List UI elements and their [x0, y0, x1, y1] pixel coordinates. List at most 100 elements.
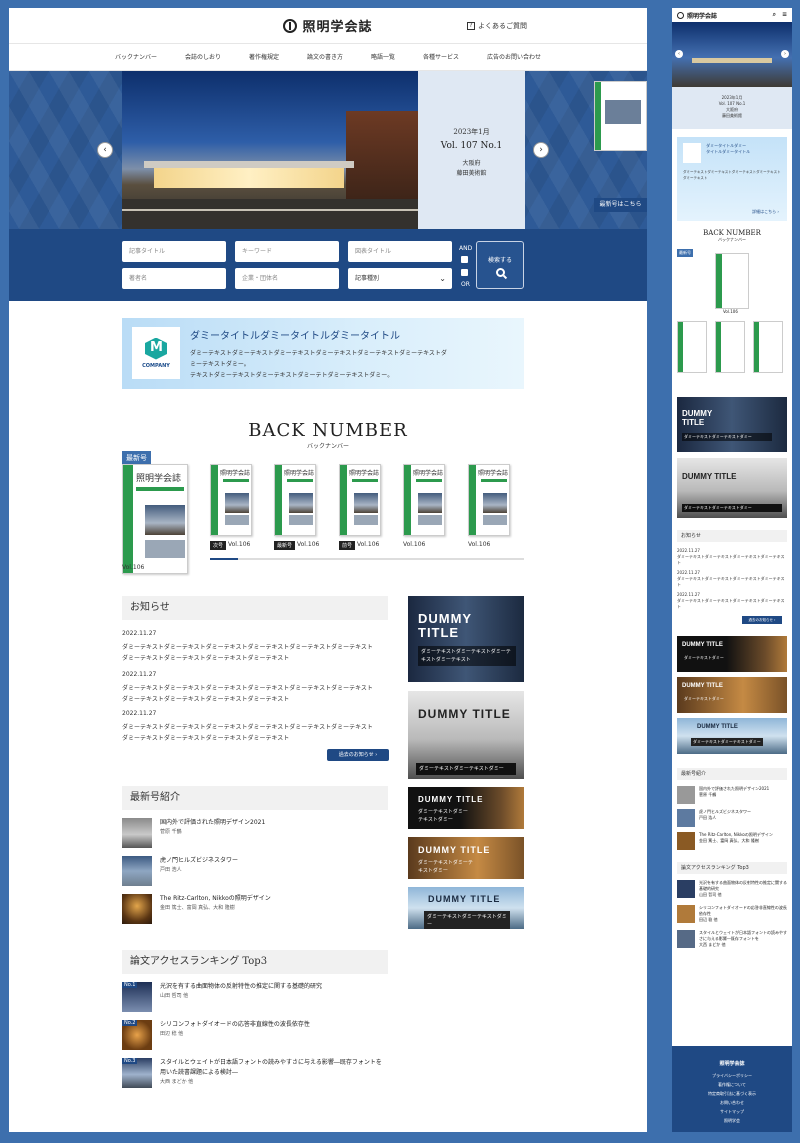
latest-issue-link[interactable]: 最新号はこちら [594, 198, 647, 212]
news-item-2[interactable]: 2022.11.27 ダミーテキストダミーテキストダミーテキストダミーテキストダ… [122, 669, 392, 705]
mobile-hero[interactable]: ‹ › [672, 22, 792, 87]
mobile-ranking-1[interactable]: 光沢を有する曲面物体の反射特性の推定に関する基礎的研究 山田 哲司 他 [677, 880, 787, 902]
nav-guide[interactable]: 会誌のしおり [171, 44, 235, 70]
side-banner-1-sub: ダミーテキストダミーテキストダミーテキストダミーテキスト [418, 646, 516, 666]
mobile-banner-text: ダミーテキストダミーテキストダミーテキストダミーテキストダミーテキスト [683, 170, 781, 180]
mobile-news-2[interactable]: 2022.11.27 ダミーテキストダミーテキストダミーテキストダミーテキスト [677, 570, 787, 588]
scrollbar-thumb[interactable] [210, 558, 238, 560]
mobile-bn-list [677, 321, 787, 381]
backnumber-cover-1[interactable]: 照明学会誌 [210, 464, 252, 536]
mobile-ranking-2[interactable]: シリコンフォトダイオードの応答非直線性の波長依存性 田辺 稔 他 [677, 905, 787, 927]
cover-bar [416, 479, 442, 482]
footer-link-contact[interactable]: お問い合わせ [672, 1098, 792, 1107]
mobile-card-2[interactable]: DUMMY TITLE ダミーテキストダミーテキストダミー [677, 458, 787, 518]
banner-text-2: ミーテキストダミー。 [190, 361, 250, 368]
latest-article-1[interactable]: 国内外で評価された照明デザイン2021 菅原 千鶴 [122, 818, 265, 852]
mobile-latest-2[interactable]: 虎ノ門ヒルズビジネスタワー 戸田 浩人 [677, 809, 787, 829]
footer-logo[interactable]: 照明学会誌 [672, 1060, 792, 1067]
ranking-title: 光沢を有する曲面物体の反射特性の推定に関する基礎的研究 [160, 983, 323, 990]
backnumber-cover-5[interactable]: 照明学会誌 [468, 464, 510, 536]
mobile-ranking-3[interactable]: スタイルとウェイトが日本語フォントの読みやすさに与える影響―既存フォントを 大西 … [677, 930, 787, 952]
side-banner-2-sub: ダミーテキストダミーテキストダミー [416, 763, 516, 775]
mobile-logo[interactable]: 照明学会誌 [687, 11, 717, 20]
company-banner[interactable]: COMPANY ダミータイトルダミータイトルダミータイトル ダミーテキストダミー… [122, 318, 524, 389]
backnumber-scrollbar[interactable] [210, 558, 524, 560]
cover-title: 照明学会誌 [413, 470, 444, 477]
footer-link-commerce[interactable]: 特定商取引法に基づく表示 [672, 1089, 792, 1098]
mobile-bn-cover-2[interactable] [715, 321, 745, 373]
backnumber-cover-3[interactable]: 照明学会誌 [339, 464, 381, 536]
mobile-banner-title-2: タイトルダミータイトル [706, 149, 751, 154]
mobile-past-news-button[interactable]: 過去のお知らせ › [742, 616, 782, 624]
side-banner-1[interactable]: DUMMY TITLE ダミーテキストダミーテキストダミーテキストダミーテキスト [408, 596, 524, 682]
nav-backnumber[interactable]: バックナンバー [101, 44, 171, 70]
mobile-latest-1[interactable]: 国内外で評価された照明デザイン2021 菅原 千鶴 [677, 786, 787, 806]
or-radio[interactable] [461, 269, 468, 276]
side-banner-2[interactable]: DUMMY TITLE ダミーテキストダミーテキストダミー [408, 691, 524, 779]
footer-link-sitemap[interactable]: サイトマップ [672, 1107, 792, 1116]
search-button[interactable]: 検索する [476, 241, 524, 289]
mobile-latest-text: The Ritz-Carlton, Nikkoの照明デザイン 金田 篤士、富岡 真… [699, 832, 773, 852]
nav-copyright[interactable]: 著作権規定 [235, 44, 293, 70]
news-item-1[interactable]: 2022.11.27 ダミーテキストダミーテキストダミーテキストダミーテキストダ… [122, 628, 392, 664]
ranking-item-3[interactable]: No.3 スタイルとウェイトが日本語フォントの読みやすさに与える影響―既存フォン… [122, 1058, 382, 1092]
nav-ad-contact[interactable]: 広告のお問い合わせ [473, 44, 555, 70]
mobile-news-heading: お知らせ [677, 530, 787, 542]
keyword-input[interactable]: キーワード [235, 241, 339, 262]
hero-prev-button[interactable]: ‹ [97, 142, 113, 158]
backnumber-cover-2[interactable]: 照明学会誌 [274, 464, 316, 536]
faq-link[interactable]: ? よくあるご質問 [467, 21, 527, 31]
and-radio[interactable] [461, 256, 468, 263]
mobile-banner[interactable]: ダミータイトルダミー タイトルダミータイトル ダミーテキストダミーテキストダミー… [677, 137, 787, 221]
side-banner-4[interactable]: DUMMY TITLE ダミーテキストダミーテキストダミー [408, 837, 524, 879]
latest-article-3[interactable]: The Ritz-Carlton, Nikkoの照明デザイン 金田 篤士、富岡 真… [122, 894, 271, 928]
mobile-banner-more[interactable]: 詳細はこちら › [752, 209, 779, 215]
latest-cover-thumb[interactable] [594, 81, 647, 151]
news-item-3[interactable]: 2022.11.27 ダミーテキストダミーテキストダミーテキストダミーテキストダ… [122, 708, 392, 744]
mobile-news-1[interactable]: 2022.11.27 ダミーテキストダミーテキストダミーテキストダミーテキスト [677, 548, 787, 566]
ranking-item-1[interactable]: No.1 光沢を有する曲面物体の反射特性の推定に関する基礎的研究 山田 哲司 他 [122, 982, 322, 1016]
mobile-card-4[interactable]: DUMMY TITLE ダミーテキストダミー [677, 677, 787, 713]
mobile-bn-latest[interactable]: 最新号 Vol.106 [677, 249, 787, 315]
menu-icon[interactable]: ≡ [782, 11, 787, 18]
mobile-news-3[interactable]: 2022.11.27 ダミーテキストダミーテキストダミーテキストダミーテキスト [677, 592, 787, 610]
hero-date: 2023年1月 [453, 128, 490, 136]
ranking-item-2[interactable]: No.2 シリコンフォトダイオードの応答非直線性の波長依存性 田辺 稔 他 [122, 1020, 310, 1054]
chart-title-input[interactable]: 図表タイトル [348, 241, 452, 262]
nav-services[interactable]: 各種サービス [409, 44, 473, 70]
past-news-button[interactable]: 過去のお知らせ › [327, 749, 389, 761]
footer-link-privacy[interactable]: プライバシーポリシー [672, 1071, 792, 1080]
latest-article-2[interactable]: 虎ノ門ヒルズビジネスタワー 戸田 浩人 [122, 856, 238, 890]
mobile-hero-prev[interactable]: ‹ [675, 50, 683, 58]
backnumber-cover-4[interactable]: 照明学会誌 [403, 464, 445, 536]
ranking-title: スタイルとウェイトが日本語フォントの読みやすさに与える影響―既存フォントを [160, 1059, 382, 1066]
mobile-latest-3[interactable]: The Ritz-Carlton, Nikkoの照明デザイン 金田 篤士、富岡 真… [677, 832, 787, 852]
hero-photo[interactable] [122, 71, 418, 229]
mobile-bn-cover-3[interactable] [753, 321, 783, 373]
site-logo[interactable]: 照明学会誌 [283, 16, 372, 35]
footer-link-copyright[interactable]: 著作権について [672, 1080, 792, 1089]
article-title-input[interactable]: 記事タイトル [122, 241, 226, 262]
side-banner-5-title: DUMMY TITLE [428, 894, 501, 904]
photo-wall [346, 111, 418, 201]
mobile-hero-next[interactable]: › [781, 50, 789, 58]
news-date: 2022.11.27 [122, 710, 157, 717]
side-banner-3[interactable]: DUMMY TITLE ダミーテキストダミーテキストダミー [408, 787, 524, 829]
company-input[interactable]: 企業・団体名 [235, 268, 339, 289]
mobile-card-3[interactable]: DUMMY TITLE ダミーテキストダミー [677, 636, 787, 672]
article-thumb [122, 818, 152, 848]
nav-abbreviations[interactable]: 略語一覧 [357, 44, 409, 70]
mobile-card-5[interactable]: DUMMY TITLE ダミーテキストダミーテキストダミー [677, 718, 787, 754]
mobile-latest-thumb [677, 809, 695, 827]
nav-writing[interactable]: 論文の書き方 [293, 44, 357, 70]
side-banner-5[interactable]: DUMMY TITLE ダミーテキストダミーテキストダミー [408, 887, 524, 929]
search-icon[interactable]: ⌕ [773, 11, 776, 19]
author-input[interactable]: 著者名 [122, 268, 226, 289]
category-select[interactable]: 記事種別 ⌄ [348, 268, 452, 289]
mobile-bn-cover-1[interactable] [677, 321, 707, 373]
latest-cover[interactable]: 照明学会誌 [122, 464, 188, 574]
question-icon: ? [467, 22, 475, 30]
mobile-card-1[interactable]: DUMMY TITLE ダミーテキストダミーテキストダミー [677, 397, 787, 452]
hero-next-button[interactable]: › [533, 142, 549, 158]
footer-link-society[interactable]: 照明学会 [672, 1116, 792, 1125]
